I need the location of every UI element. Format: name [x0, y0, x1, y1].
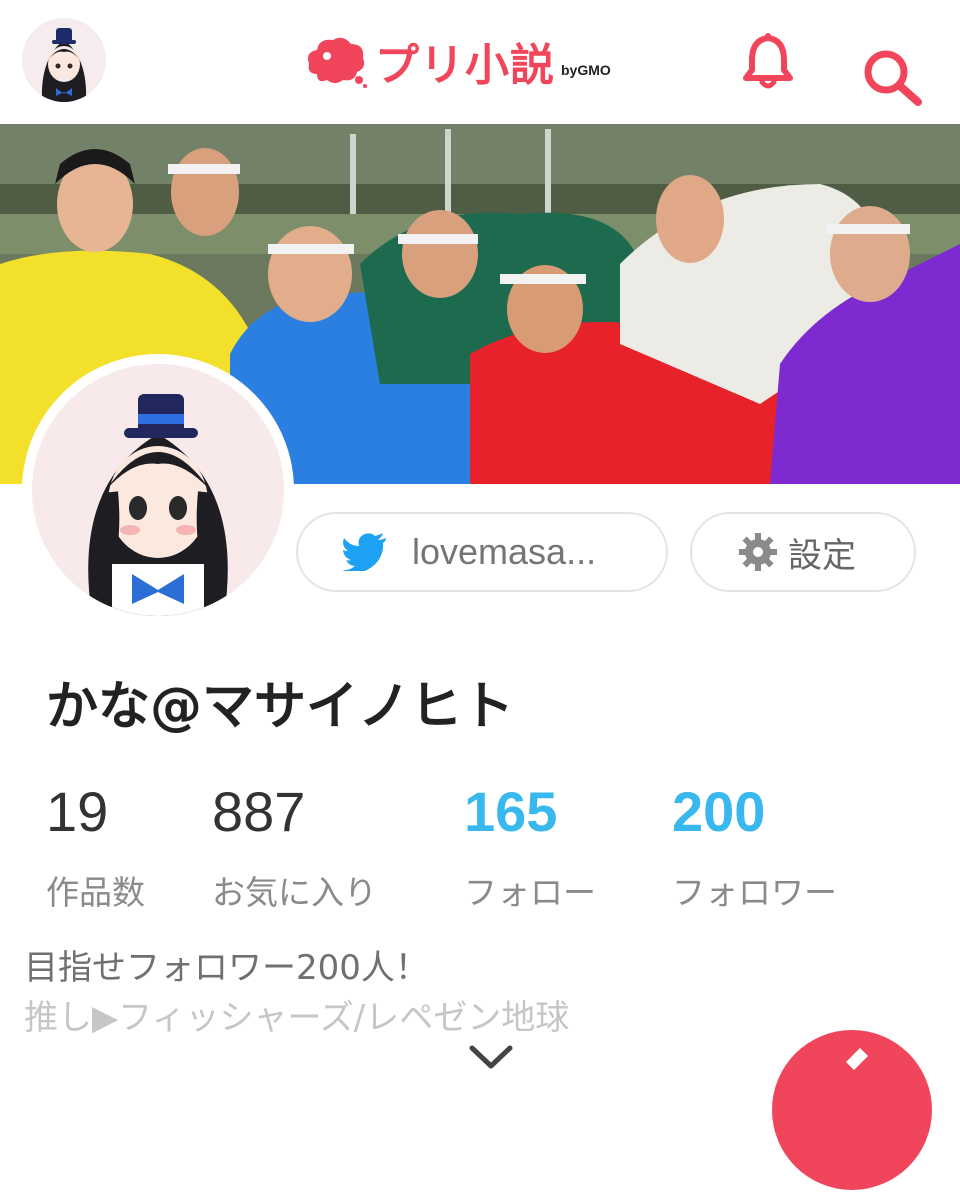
app-logo[interactable]: プリ小説 byGMO [305, 30, 611, 92]
logo-text: プリ小説 [375, 40, 555, 91]
stat-followers-value: 200 [672, 780, 766, 843]
stat-works-value: 19 [46, 780, 109, 843]
stat-followers[interactable]: 200 フォロワー [672, 784, 837, 914]
bio-line-1: 目指せフォロワー200人！ [24, 948, 429, 988]
user-avatar[interactable] [22, 18, 106, 102]
twitter-handle: lovemasa... [412, 531, 597, 572]
stat-followers-label: フォロワー [672, 873, 837, 912]
username: かな@マサイノヒト [46, 677, 515, 737]
bio-line-2: 推し▶フィッシャーズ/レペゼン地球 [24, 998, 570, 1038]
stat-favorites-value: 887 [212, 780, 306, 843]
profile-avatar[interactable] [22, 354, 294, 626]
stat-works[interactable]: 19 作品数 [46, 784, 145, 914]
settings-button[interactable]: 設定 [690, 512, 916, 592]
logo-cloud-icon [308, 37, 367, 88]
write-fab-button[interactable] [772, 1030, 932, 1190]
bell-icon[interactable] [740, 32, 796, 92]
stat-works-label: 作品数 [46, 873, 145, 912]
app-header: プリ小説 byGMO [0, 0, 960, 124]
stat-favorites-label: お気に入り [212, 873, 377, 912]
stat-following-value: 165 [464, 780, 558, 843]
stat-following-label: フォロー [464, 873, 596, 912]
stat-favorites[interactable]: 887 お気に入り [212, 784, 377, 914]
twitter-icon [342, 533, 388, 571]
twitter-link-button[interactable]: lovemasa... [296, 512, 668, 592]
search-icon[interactable] [860, 48, 926, 108]
gear-icon [738, 532, 778, 572]
pencil-icon [846, 1048, 868, 1070]
settings-label: 設定 [788, 535, 856, 576]
logo-by-gmo: byGMO [561, 62, 611, 78]
stat-following[interactable]: 165 フォロー [464, 784, 596, 914]
expand-chevron-icon[interactable] [468, 1040, 514, 1072]
